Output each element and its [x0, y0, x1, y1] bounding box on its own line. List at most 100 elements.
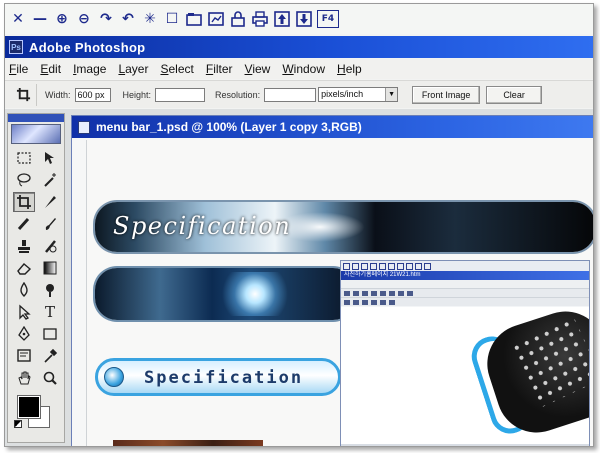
magic-wand-tool-icon[interactable]	[39, 170, 61, 190]
overlay-document[interactable]	[341, 307, 589, 446]
palette-titlebar[interactable]	[8, 114, 64, 122]
toolbar-button-icon[interactable]	[415, 262, 422, 270]
width-input[interactable]: 600 px	[74, 87, 111, 102]
format-button-icon[interactable]	[389, 290, 395, 296]
photoshop-logo-icon: Ps	[9, 40, 23, 54]
menu-view[interactable]: View	[245, 62, 271, 76]
crop-tool-icon[interactable]	[13, 192, 35, 212]
foreground-color-swatch[interactable]	[17, 395, 41, 419]
format-button-icon[interactable]	[353, 290, 359, 296]
format-button-icon[interactable]	[389, 299, 395, 305]
history-brush-tool-icon[interactable]	[39, 236, 61, 256]
format-button-icon[interactable]	[344, 299, 350, 305]
menu-edit[interactable]: Edit	[40, 62, 61, 76]
format-button-icon[interactable]	[380, 299, 386, 305]
pen-tool-icon[interactable]	[13, 324, 35, 344]
resolution-input[interactable]	[264, 87, 317, 102]
front-image-button[interactable]: Front Image	[412, 85, 481, 104]
format-button-icon[interactable]	[371, 299, 377, 305]
shape-tool-icon[interactable]	[39, 324, 61, 344]
workspace: T menu bar_1.psd @ 100% (Layer 1 copy 3,…	[5, 109, 593, 446]
format-button-icon[interactable]	[380, 290, 386, 296]
document-icon	[78, 120, 90, 134]
dodge-tool-icon[interactable]	[39, 280, 61, 300]
toolbar-button-icon[interactable]	[343, 262, 350, 270]
format-button-icon[interactable]	[362, 299, 368, 305]
crop-tool-icon[interactable]	[11, 83, 37, 106]
menu-image[interactable]: Image	[73, 62, 106, 76]
menu-file[interactable]: File	[9, 62, 28, 76]
hand-tool-icon[interactable]	[13, 368, 35, 388]
type-tool-icon[interactable]: T	[39, 302, 61, 322]
banner-partial	[113, 440, 263, 446]
tool-grid: T	[8, 146, 64, 390]
format-button-icon[interactable]	[407, 290, 413, 296]
format-button-icon[interactable]	[398, 290, 404, 296]
marquee-tool-icon[interactable]	[13, 148, 35, 168]
arrow-down-icon[interactable]	[295, 10, 313, 28]
menu-bar: File Edit Image Layer Select Filter View…	[5, 59, 593, 79]
eraser-tool-icon[interactable]	[13, 258, 35, 278]
banner-specification-dark: Specification	[95, 202, 593, 252]
notes-tool-icon[interactable]	[13, 346, 35, 366]
toolbar-button-icon[interactable]	[397, 262, 404, 270]
format-button-icon[interactable]	[362, 290, 368, 296]
path-selection-tool-icon[interactable]	[13, 302, 35, 322]
zoom-in-icon[interactable]: ⊕	[53, 10, 71, 28]
stamp-tool-icon[interactable]	[13, 236, 35, 256]
undo-icon[interactable]: ↶	[119, 10, 137, 28]
app-title: Adobe Photoshop	[29, 39, 146, 55]
color-swatches	[8, 394, 64, 430]
gradient-tool-icon[interactable]	[39, 258, 61, 278]
clear-button[interactable]: Clear	[486, 85, 543, 104]
overlay-title: 사진하기홈페이지 21W21.htm	[341, 271, 589, 280]
close-icon[interactable]: ✕	[9, 10, 27, 28]
toolbar-button-icon[interactable]	[361, 262, 368, 270]
eyedropper-tool-icon[interactable]	[39, 346, 61, 366]
overlay-menu	[341, 280, 589, 288]
height-input[interactable]	[155, 87, 206, 102]
lock-icon[interactable]	[229, 10, 247, 28]
menu-window[interactable]: Window	[282, 62, 325, 76]
zoom-tool-icon[interactable]	[39, 368, 61, 388]
healing-brush-tool-icon[interactable]	[13, 214, 35, 234]
resolution-unit-value: pixels/inch	[321, 89, 364, 99]
slice-tool-icon[interactable]	[39, 192, 61, 212]
minimize-icon[interactable]: —	[31, 10, 49, 28]
arrow-up-icon[interactable]	[273, 10, 291, 28]
document-titlebar[interactable]: menu bar_1.psd @ 100% (Layer 1 copy 3,RG…	[72, 116, 593, 138]
document-window: menu bar_1.psd @ 100% (Layer 1 copy 3,RG…	[71, 115, 593, 446]
resolution-unit-select[interactable]: pixels/inch ▼	[318, 87, 399, 102]
chart-icon[interactable]	[207, 10, 225, 28]
redo-icon[interactable]: ↷	[97, 10, 115, 28]
toolbar-button-icon[interactable]	[388, 262, 395, 270]
toolbar-button-icon[interactable]	[352, 262, 359, 270]
toolbar-button-icon[interactable]	[370, 262, 377, 270]
lasso-tool-icon[interactable]	[13, 170, 35, 190]
toolbar-button-icon[interactable]	[424, 262, 431, 270]
brush-tool-icon[interactable]	[39, 214, 61, 234]
menu-help[interactable]: Help	[337, 62, 362, 76]
asterisk-icon[interactable]: ✳	[141, 10, 159, 28]
menu-select[interactable]: Select	[160, 62, 193, 76]
folder-icon[interactable]	[185, 10, 203, 28]
blur-tool-icon[interactable]	[13, 280, 35, 300]
move-tool-icon[interactable]	[39, 148, 61, 168]
format-button-icon[interactable]	[353, 299, 359, 305]
default-colors-icon[interactable]	[14, 420, 22, 428]
format-button-icon[interactable]	[344, 290, 350, 296]
banner-text: Specification	[113, 212, 292, 240]
document-title: menu bar_1.psd @ 100% (Layer 1 copy 3,RG…	[96, 120, 362, 134]
menu-filter[interactable]: Filter	[206, 62, 233, 76]
toolbar-button-icon[interactable]	[406, 262, 413, 270]
toolbar-button-icon[interactable]	[379, 262, 386, 270]
menu-layer[interactable]: Layer	[118, 62, 148, 76]
square-icon[interactable]: ☐	[163, 10, 181, 28]
print-icon[interactable]	[251, 10, 269, 28]
format-button-icon[interactable]	[371, 290, 377, 296]
f4-icon[interactable]: F4	[317, 10, 339, 28]
zoom-out-icon[interactable]: ⊖	[75, 10, 93, 28]
height-label: Height:	[122, 89, 152, 100]
banner-glow	[95, 268, 355, 320]
overlay-scrollbar[interactable]	[341, 444, 589, 446]
